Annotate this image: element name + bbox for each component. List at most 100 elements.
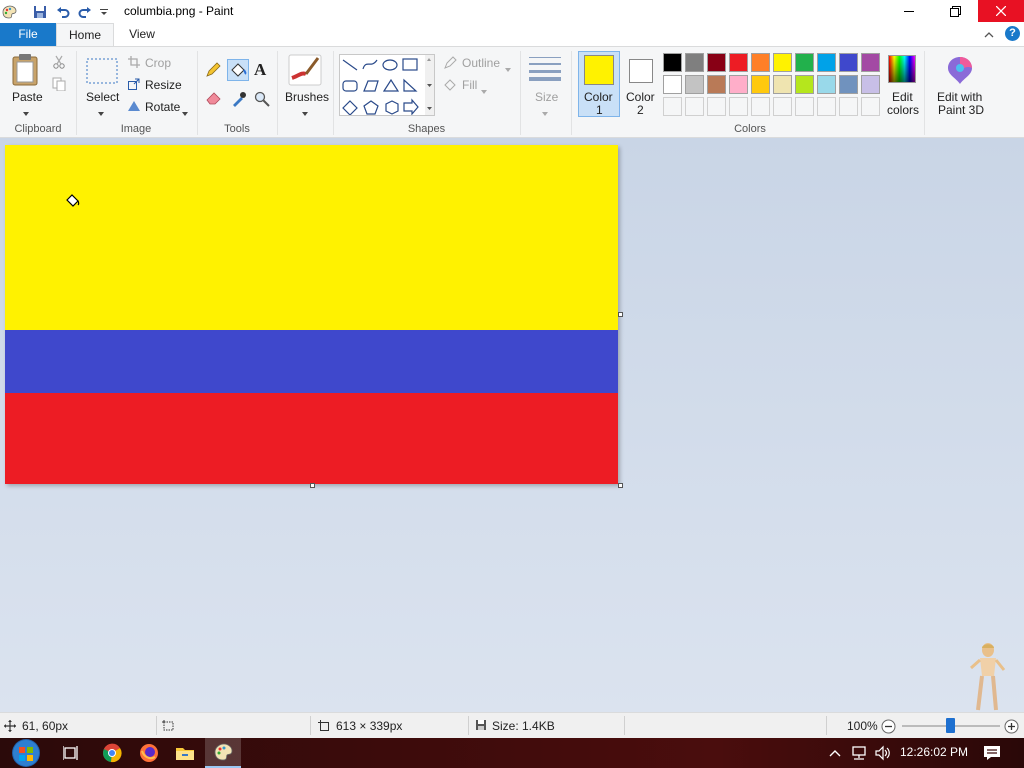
help-icon[interactable]: ? xyxy=(1005,26,1020,41)
copy-icon[interactable] xyxy=(52,77,66,94)
palette-swatch[interactable] xyxy=(773,75,792,94)
palette-swatch[interactable] xyxy=(685,75,704,94)
resize-handle-bottom[interactable] xyxy=(310,483,315,488)
color2-swatch[interactable] xyxy=(629,59,653,83)
resize-handle-right[interactable] xyxy=(618,312,623,317)
outline-icon[interactable] xyxy=(443,56,457,73)
action-center-icon[interactable] xyxy=(978,738,1006,768)
firefox-icon[interactable] xyxy=(135,738,163,768)
palette-swatch[interactable] xyxy=(839,75,858,94)
palette-custom-slot[interactable] xyxy=(817,97,836,116)
rotate-label[interactable]: Rotate xyxy=(145,100,180,114)
palette-swatch[interactable] xyxy=(729,75,748,94)
canvas-stripe-yellow[interactable] xyxy=(5,145,618,330)
palette-custom-slot[interactable] xyxy=(663,97,682,116)
brushes-dropdown-icon[interactable] xyxy=(302,105,308,119)
undo-icon[interactable] xyxy=(55,3,71,20)
network-icon[interactable] xyxy=(848,738,870,768)
customize-quick-access-icon[interactable] xyxy=(98,3,110,20)
palette-swatch[interactable] xyxy=(751,75,770,94)
outline-dropdown-icon[interactable] xyxy=(505,61,511,75)
paste-icon[interactable] xyxy=(11,53,41,90)
minimize-button[interactable] xyxy=(886,0,932,22)
palette-custom-slot[interactable] xyxy=(839,97,858,116)
crop-icon[interactable] xyxy=(128,56,140,71)
palette-swatch[interactable] xyxy=(707,75,726,94)
palette-swatch[interactable] xyxy=(861,53,880,72)
size-label[interactable]: Size xyxy=(535,90,558,104)
text-tool-icon[interactable]: A xyxy=(254,60,266,80)
canvas-stripe-blue[interactable] xyxy=(5,330,618,393)
brushes-icon[interactable] xyxy=(288,54,322,89)
start-button[interactable] xyxy=(4,738,48,768)
resize-handle-corner[interactable] xyxy=(618,483,623,488)
resize-label[interactable]: Resize xyxy=(145,78,182,92)
outline-label[interactable]: Outline xyxy=(462,56,500,70)
volume-icon[interactable] xyxy=(872,738,894,768)
show-hidden-icons-icon[interactable] xyxy=(826,738,844,768)
tab-file[interactable]: File xyxy=(0,23,56,46)
zoom-out-button[interactable] xyxy=(881,719,896,737)
rotate-icon[interactable] xyxy=(128,100,140,115)
edit-colors-label-2[interactable]: colors xyxy=(887,103,919,117)
resize-icon[interactable] xyxy=(128,78,140,93)
palette-custom-slot[interactable] xyxy=(685,97,704,116)
task-view-icon[interactable] xyxy=(58,738,86,768)
color1-swatch[interactable] xyxy=(584,55,614,85)
size-icon[interactable] xyxy=(529,56,561,85)
brushes-label[interactable]: Brushes xyxy=(285,90,329,104)
zoom-in-button[interactable] xyxy=(1004,719,1019,737)
palette-custom-slot[interactable] xyxy=(773,97,792,116)
palette-custom-slot[interactable] xyxy=(751,97,770,116)
paint-app-icon[interactable] xyxy=(0,3,18,20)
palette-swatch[interactable] xyxy=(795,53,814,72)
palette-swatch[interactable] xyxy=(773,53,792,72)
paste-label[interactable]: Paste xyxy=(12,90,43,104)
palette-swatch[interactable] xyxy=(663,53,682,72)
fill-icon[interactable] xyxy=(443,78,457,95)
paint3d-label[interactable]: Edit with xyxy=(937,90,982,104)
eraser-icon[interactable] xyxy=(206,91,222,108)
cut-icon[interactable] xyxy=(52,55,66,72)
fill-label[interactable]: Fill xyxy=(462,78,477,92)
chrome-icon[interactable] xyxy=(98,738,126,768)
redo-icon[interactable] xyxy=(77,3,93,20)
palette-custom-slot[interactable] xyxy=(795,97,814,116)
select-dropdown-icon[interactable] xyxy=(98,105,104,119)
file-explorer-icon[interactable] xyxy=(171,738,199,768)
shapes-gallery[interactable] xyxy=(339,54,435,116)
close-button[interactable] xyxy=(978,0,1024,22)
drawing-canvas[interactable] xyxy=(5,145,618,484)
tab-home[interactable]: Home xyxy=(56,23,114,46)
paste-dropdown-icon[interactable] xyxy=(23,105,29,119)
palette-swatch[interactable] xyxy=(861,75,880,94)
palette-swatch[interactable] xyxy=(685,53,704,72)
color-picker-icon[interactable] xyxy=(231,91,247,110)
palette-swatch[interactable] xyxy=(817,75,836,94)
edit-colors-label[interactable]: Edit xyxy=(892,90,913,104)
palette-custom-slot[interactable] xyxy=(729,97,748,116)
select-label[interactable]: Select xyxy=(86,90,119,104)
palette-swatch[interactable] xyxy=(729,53,748,72)
pencil-icon[interactable] xyxy=(205,62,221,81)
crop-label[interactable]: Crop xyxy=(145,56,171,70)
palette-swatch[interactable] xyxy=(839,53,858,72)
palette-swatch[interactable] xyxy=(817,53,836,72)
palette-swatch[interactable] xyxy=(707,53,726,72)
taskbar-clock[interactable]: 12:26:02 PM xyxy=(900,745,968,759)
edit-colors-icon[interactable] xyxy=(888,55,916,83)
tab-view[interactable]: View xyxy=(114,23,170,46)
fill-dropdown-icon[interactable] xyxy=(481,83,487,97)
select-icon[interactable] xyxy=(86,58,118,87)
palette-custom-slot[interactable] xyxy=(861,97,880,116)
palette-custom-slot[interactable] xyxy=(707,97,726,116)
palette-swatch[interactable] xyxy=(663,75,682,94)
fill-bucket-tool[interactable] xyxy=(227,59,249,81)
zoom-slider-thumb[interactable] xyxy=(946,718,955,733)
palette-swatch[interactable] xyxy=(795,75,814,94)
paint3d-label-2[interactable]: Paint 3D xyxy=(938,103,984,117)
save-icon[interactable] xyxy=(32,3,48,20)
collapse-ribbon-icon[interactable] xyxy=(984,28,994,42)
canvas-stripe-red[interactable] xyxy=(5,393,618,484)
size-dropdown-icon[interactable] xyxy=(542,105,548,119)
